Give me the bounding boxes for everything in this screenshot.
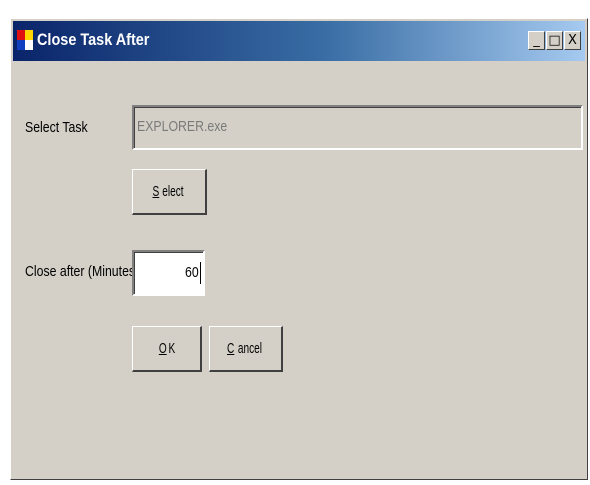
cancel-label-rest: ancel — [237, 340, 262, 357]
minimize-button[interactable]: _ — [528, 31, 545, 50]
select-mnemonic: S — [152, 183, 160, 200]
task-name-field[interactable]: EXPLORER.exe — [132, 105, 583, 150]
task-name-value: EXPLORER.exe — [137, 118, 228, 135]
close-button[interactable]: X — [564, 31, 581, 50]
select-button[interactable]: Select — [132, 169, 207, 215]
close-after-label: Close after (Minutes) — [25, 263, 140, 280]
cancel-mnemonic: C — [227, 340, 235, 357]
title-bar[interactable]: Close Task After _ □ X — [13, 21, 585, 61]
window-title: Close Task After — [37, 30, 150, 49]
ok-label-rest: K — [167, 340, 175, 357]
minutes-value: 60 — [185, 264, 199, 281]
maximize-button[interactable]: □ — [546, 31, 563, 50]
close-task-after-window: Close Task After _ □ X Select Task EXPLO… — [10, 18, 588, 480]
app-window-icon — [17, 30, 33, 50]
cancel-button[interactable]: Cancel — [209, 326, 283, 372]
ok-button[interactable]: OK — [132, 326, 202, 372]
select-label-rest: elect — [162, 183, 184, 200]
minutes-input[interactable]: 60 — [132, 250, 205, 296]
ok-mnemonic: O — [158, 340, 167, 357]
select-task-label: Select Task — [25, 119, 88, 136]
text-caret — [200, 262, 201, 284]
